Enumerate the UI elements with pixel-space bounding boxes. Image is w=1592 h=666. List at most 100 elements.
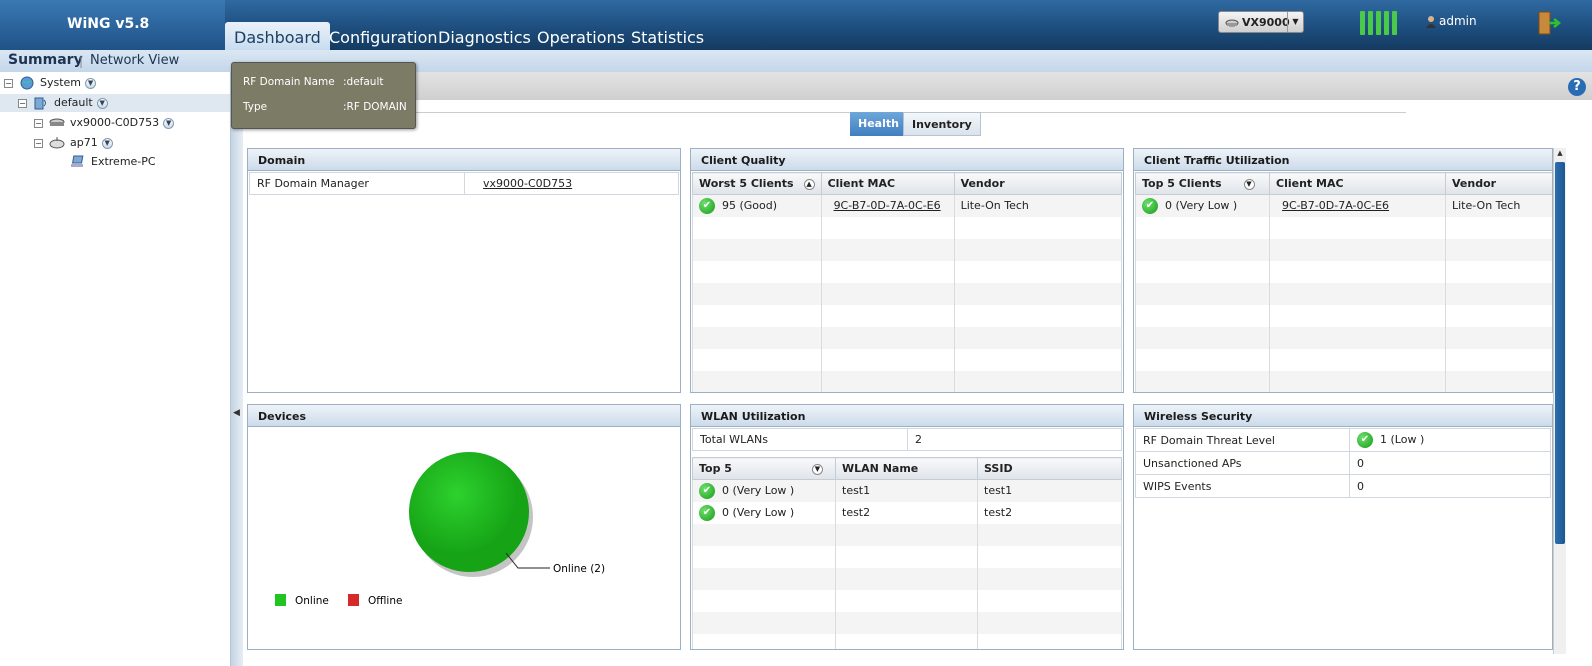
chevron-down-icon[interactable]: ▼	[101, 137, 113, 149]
wlan-name: test1	[835, 479, 978, 502]
tab-diagnostics[interactable]: Diagnostics	[429, 22, 540, 50]
user-name: admin	[1439, 14, 1477, 28]
tab-configuration[interactable]: Configuration	[320, 22, 447, 50]
tab-operations[interactable]: Operations	[528, 22, 634, 50]
tree-item-ap71[interactable]: − ap71 ▼	[34, 134, 113, 152]
sort-asc-icon[interactable]: ▲	[803, 178, 815, 190]
network-view-link[interactable]: Network View	[90, 53, 179, 68]
chevron-down-icon[interactable]: ▼	[163, 117, 175, 129]
column-header-vendor[interactable]: Vendor	[1445, 172, 1552, 195]
panel-title: Client Traffic Utilization	[1134, 149, 1552, 171]
summary-link[interactable]: Summary	[8, 52, 83, 68]
tab-inventory[interactable]: Inventory	[903, 112, 981, 136]
panel-title: Client Quality	[691, 149, 1123, 171]
collapse-icon[interactable]: −	[4, 78, 13, 88]
threat-level-value: 1 (Low )	[1380, 433, 1425, 446]
device-selector-value: VX9000	[1242, 16, 1290, 29]
help-icon[interactable]: ?	[1568, 78, 1586, 96]
tooltip-key: RF Domain Name	[243, 76, 335, 88]
table-row[interactable]: ✔ 0 (Very Low ) test1 test1	[692, 479, 1122, 502]
client-score: 0 (Very Low )	[1165, 198, 1238, 212]
scrollbar-thumb[interactable]	[1555, 162, 1565, 544]
sidebar-splitter[interactable]: ◀	[231, 72, 243, 666]
tooltip-value: :default	[343, 76, 384, 88]
column-header-client-mac[interactable]: Client MAC	[820, 172, 955, 195]
table-row[interactable]: ✔ 0 (Very Low ) 9C-B7-0D-7A-0C-E6 Lite-On…	[1135, 194, 1552, 217]
legend-swatch-online	[275, 594, 286, 606]
wlan-score: 0 (Very Low )	[722, 483, 795, 497]
wlan-table: Top 5 ▼ WLAN Name SSID ✔ 0 (Very Low ) tes…	[692, 457, 1122, 649]
sort-desc-icon[interactable]: ▼	[811, 463, 823, 475]
column-header-ssid[interactable]: SSID	[977, 457, 1122, 480]
signal-icon	[1360, 11, 1400, 35]
device-icon	[1225, 18, 1239, 28]
client-mac-link[interactable]: 9C-B7-0D-7A-0C-E6	[1282, 199, 1389, 212]
chevron-down-icon[interactable]: ▼	[1287, 12, 1303, 32]
table-row[interactable]: ✔ 0 (Very Low ) test2 test2	[692, 501, 1122, 524]
panel-title: Wireless Security	[1134, 405, 1552, 427]
content-header: ?	[243, 72, 1592, 100]
column-header-wlan-name[interactable]: WLAN Name	[835, 457, 978, 480]
client-score: 95 (Good)	[722, 198, 778, 212]
column-header-top5[interactable]: Top 5 ▼	[692, 457, 836, 480]
column-header-vendor[interactable]: Vendor	[953, 172, 1123, 195]
rf-domain-tooltip: RF Domain Name :default Type :RF DOMAIN	[231, 62, 416, 129]
collapse-icon[interactable]: −	[34, 138, 43, 148]
device-selector[interactable]: VX9000 ▼	[1218, 11, 1304, 33]
collapse-arrow-icon[interactable]: ◀	[233, 408, 241, 424]
legend-swatch-offline	[348, 594, 359, 606]
pie-slice-online[interactable]	[409, 452, 529, 572]
wlan-ssid: test1	[977, 479, 1122, 502]
tree-item-default[interactable]: − default ▼	[0, 94, 230, 112]
subnav-separator: |	[79, 54, 84, 68]
user-menu[interactable]: admin	[1425, 14, 1477, 28]
tab-statistics[interactable]: Statistics	[622, 22, 713, 50]
client-mac-link[interactable]: 9C-B7-0D-7A-0C-E6	[834, 199, 941, 212]
check-icon: ✔	[1142, 197, 1158, 214]
tree-item-vx9000[interactable]: − vx9000-C0D753 ▼	[34, 114, 175, 132]
table-row[interactable]: ✔ 95 (Good) 9C-B7-0D-7A-0C-E6 Lite-On Tec…	[692, 194, 1123, 217]
column-header-worst-clients[interactable]: Worst 5 Clients ▲	[692, 172, 822, 195]
chevron-down-icon[interactable]: ▼	[85, 77, 97, 89]
client-vendor: Lite-On Tech	[1445, 194, 1552, 217]
client-quality-table: Worst 5 Clients ▲ Client MAC Vendor ✔ 95 (…	[692, 172, 1123, 392]
table-row: Unsanctioned APs 0	[1135, 451, 1551, 475]
wips-events-value: 0	[1349, 474, 1551, 498]
wlan-ssid: test2	[977, 501, 1122, 524]
tab-dashboard[interactable]: Dashboard	[225, 22, 330, 50]
user-icon	[1425, 15, 1437, 28]
check-icon: ✔	[699, 197, 715, 214]
table-row: WIPS Events 0	[1135, 474, 1551, 498]
check-icon: ✔	[699, 482, 715, 499]
client-vendor: Lite-On Tech	[953, 194, 1123, 217]
logout-icon[interactable]	[1537, 10, 1562, 36]
legend-label-online: Online	[295, 595, 329, 607]
chevron-down-icon[interactable]: ▼	[96, 97, 108, 109]
threat-level-label: RF Domain Threat Level	[1135, 428, 1350, 452]
panel-title: WLAN Utilization	[691, 405, 1123, 427]
rf-domain-manager-link[interactable]: vx9000-C0D753	[483, 177, 572, 190]
wlan-name: test2	[835, 501, 978, 524]
collapse-icon[interactable]: −	[34, 118, 43, 128]
collapse-icon[interactable]: −	[18, 98, 27, 108]
top-bar: WiNG v5.8 Dashboard Configuration Diagno…	[0, 0, 1592, 50]
tree-item-label: Extreme-PC	[91, 155, 156, 168]
check-icon: ✔	[1357, 432, 1373, 448]
tooltip-key: Type	[243, 101, 268, 113]
scroll-up-icon[interactable]: ▲	[1555, 149, 1565, 161]
tooltip-value: :RF DOMAIN	[343, 101, 407, 113]
tree-item-label: System	[40, 76, 82, 89]
navigation-tree: − System ▼ − default ▼ − vx9000-C0D753 ▼ − ap71…	[0, 72, 231, 666]
column-header-top-clients[interactable]: Top 5 Clients ▼	[1135, 172, 1270, 195]
dashboard-content: ? Health Inventory Domain RF Domain Mana…	[243, 72, 1592, 666]
client-traffic-table: Top 5 Clients ▼ Client MAC Vendor ✔ 0 (Ver…	[1135, 172, 1552, 392]
column-header-client-mac[interactable]: Client MAC	[1269, 172, 1446, 195]
tab-health[interactable]: Health	[850, 112, 907, 136]
tree-item-system[interactable]: − System ▼	[4, 74, 97, 92]
wireless-security-panel: Wireless Security RF Domain Threat Level…	[1133, 404, 1553, 650]
vertical-scrollbar[interactable]: ▲	[1553, 148, 1566, 654]
tree-item-label: ap71	[70, 136, 98, 149]
sort-desc-icon[interactable]: ▼	[1243, 178, 1255, 190]
tree-item-extreme-pc[interactable]: Extreme-PC	[70, 153, 156, 171]
laptop-icon	[70, 155, 86, 169]
